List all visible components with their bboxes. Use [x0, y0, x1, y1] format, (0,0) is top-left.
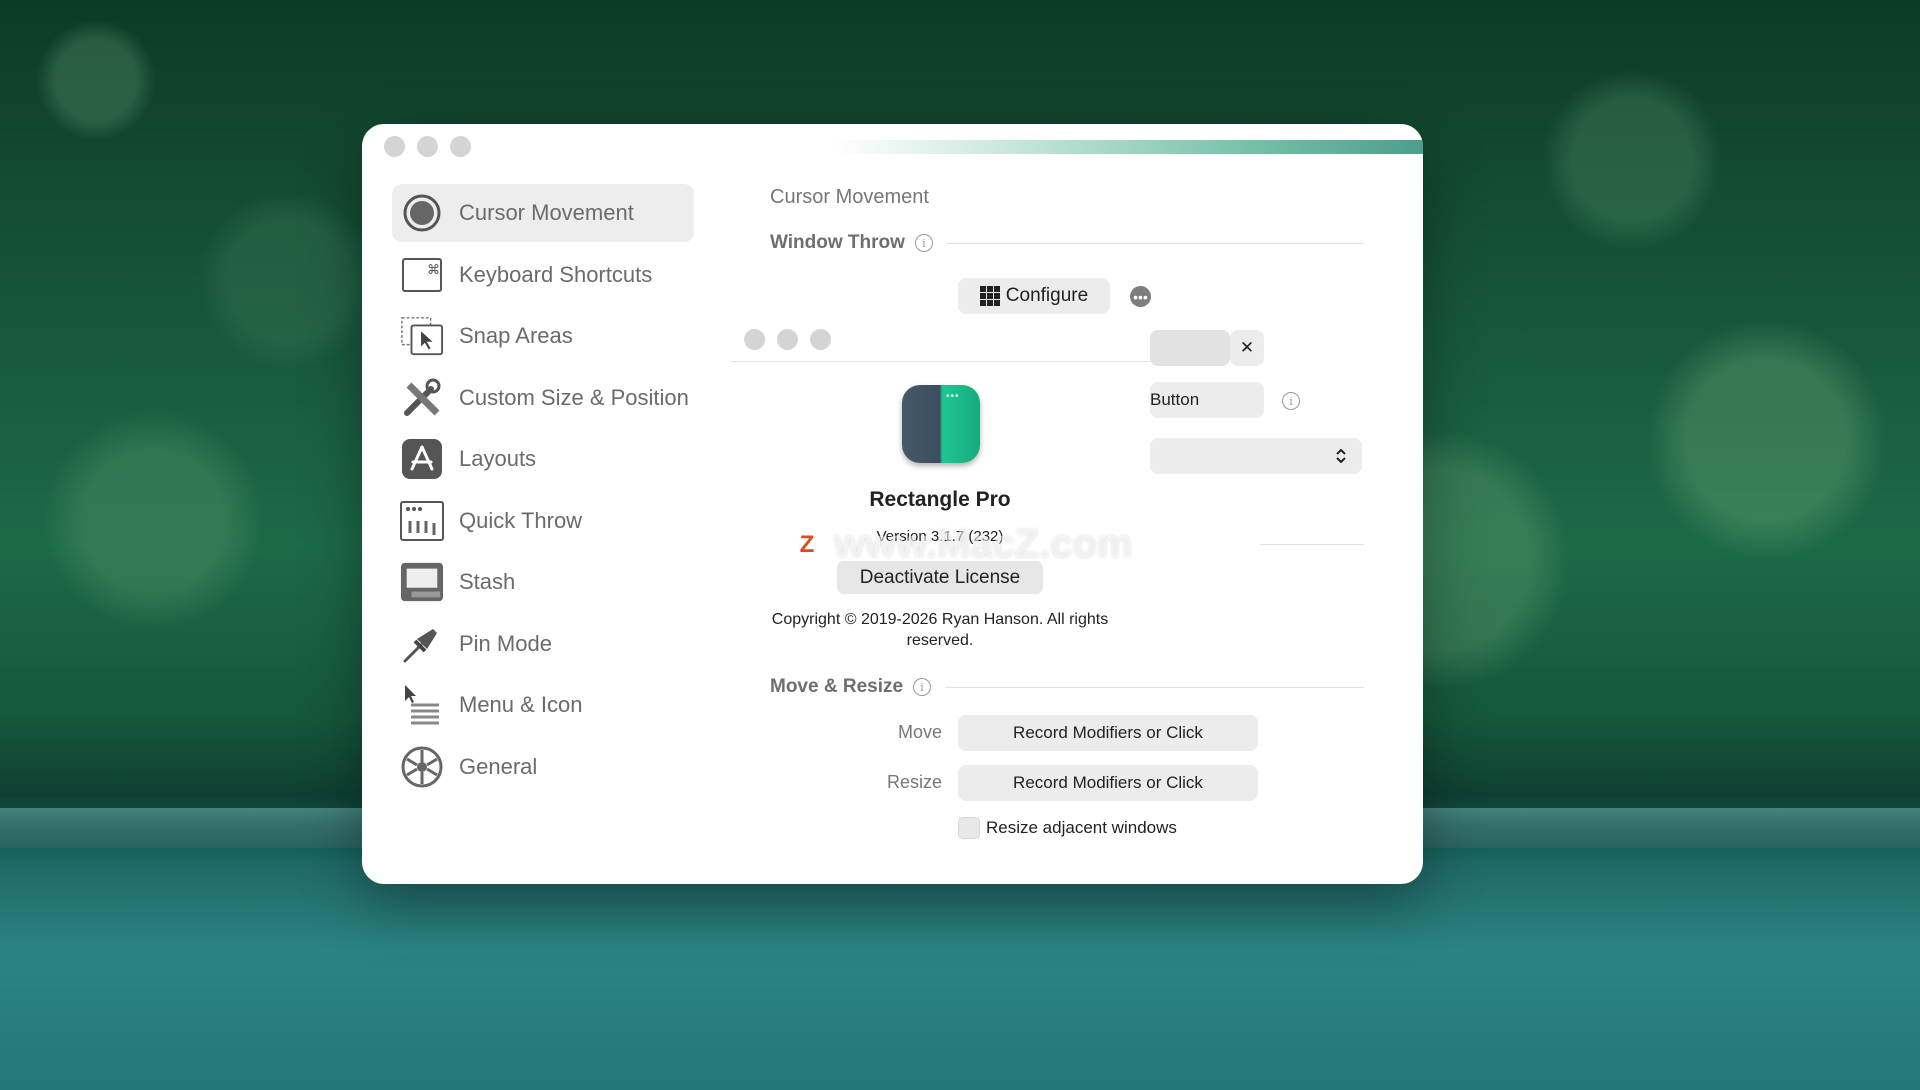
sidebar-item-general[interactable]: General	[392, 738, 694, 796]
sidebar-item-menu-icon[interactable]: Menu & Icon	[392, 676, 694, 734]
watermark-text: www.MacZ.com	[834, 522, 1133, 566]
zoom-button[interactable]	[450, 136, 471, 157]
deactivate-label: Deactivate License	[859, 566, 1021, 588]
sidebar-item-label: Menu & Icon	[459, 692, 583, 717]
info-icon[interactable]: i	[914, 234, 933, 252]
minimize-button[interactable]	[777, 329, 798, 350]
sidebar-item-pin-mode[interactable]: Pin Mode	[392, 615, 694, 673]
mouse-button-label: Button	[1150, 390, 1200, 409]
section-divider	[1260, 544, 1364, 545]
window-controls	[384, 136, 471, 157]
quick-throw-icon	[400, 499, 444, 543]
sidebar-item-label: Quick Throw	[459, 507, 583, 533]
move-label: Move	[897, 722, 942, 742]
command-key-icon: ⌘	[400, 253, 444, 297]
close-button[interactable]	[744, 329, 765, 350]
resize-label: Resize	[886, 772, 942, 792]
sidebar-item-keyboard-shortcuts[interactable]: ⌘ Keyboard Shortcuts	[392, 246, 694, 304]
copyright-text: Copyright © 2019-2026 Ryan Hanson. All r…	[771, 611, 1109, 649]
sidebar-item-custom-size[interactable]: Custom Size & Position	[392, 369, 694, 427]
close-button[interactable]	[384, 136, 405, 157]
zoom-button[interactable]	[810, 329, 831, 350]
configure-label: Configure	[1005, 285, 1089, 306]
minimize-button[interactable]	[417, 136, 438, 157]
snap-areas-icon	[400, 314, 444, 358]
info-icon[interactable]: i	[1282, 392, 1300, 410]
title-divider	[730, 361, 1150, 362]
more-options-icon[interactable]: •••	[1130, 286, 1151, 307]
menu-icon	[400, 683, 444, 727]
background-water	[0, 860, 1920, 1090]
app-icon: •••	[902, 385, 980, 463]
sidebar-item-label: Pin Mode	[459, 630, 552, 656]
watermark-logo: Z	[790, 527, 824, 562]
sidebar-item-label: Keyboard Shortcuts	[459, 261, 653, 287]
sidebar-item-quick-throw[interactable]: Quick Throw	[392, 492, 694, 550]
checkbox-label: Resize adjacent windows	[986, 818, 1177, 837]
chevron-updown-icon	[1336, 448, 1346, 464]
window-throw-section-header: Window Throw i	[770, 232, 1364, 254]
sidebar-item-label: Custom Size & Position	[459, 384, 689, 410]
info-icon[interactable]: i	[913, 678, 932, 696]
record-label: Record Modifiers or Click	[1013, 723, 1203, 742]
grid-icon	[979, 286, 1000, 306]
mouse-button-selector[interactable]: Button	[1150, 382, 1264, 418]
clear-shortcut-button[interactable]: ✕	[1230, 330, 1264, 366]
sidebar-item-label: General	[459, 753, 538, 779]
layouts-icon	[400, 437, 444, 481]
app-name: Rectangle Pro	[869, 488, 1011, 511]
watermark: Z www.MacZ.com	[790, 522, 1133, 567]
sidebar-item-stash[interactable]: Stash	[392, 553, 694, 611]
configure-button[interactable]: Configure	[958, 278, 1110, 314]
pin-icon	[400, 622, 444, 666]
record-label: Record Modifiers or Click	[1013, 773, 1203, 792]
move-resize-section-header: Move & Resize i	[770, 676, 1364, 698]
sidebar-item-label: Layouts	[459, 446, 537, 471]
resize-adjacent-checkbox[interactable]	[958, 817, 980, 839]
about-window: ••• Rectangle Pro Version 3.1.7 (232) De…	[730, 317, 1150, 669]
close-icon: ✕	[1239, 338, 1255, 357]
resize-record-button[interactable]: Record Modifiers or Click	[958, 765, 1258, 801]
sidebar-item-snap-areas[interactable]: Snap Areas	[392, 307, 694, 365]
sidebar-item-cursor-movement[interactable]: Cursor Movement	[392, 184, 694, 242]
section-divider	[946, 242, 1364, 244]
section-title: Move & Resize	[770, 676, 904, 697]
section-title: Window Throw	[770, 232, 905, 253]
shortcut-recorder[interactable]	[1150, 330, 1230, 366]
wrench-ruler-icon	[400, 376, 444, 420]
section-divider	[945, 686, 1364, 688]
move-record-button[interactable]: Record Modifiers or Click	[958, 715, 1258, 751]
cursor-movement-icon	[400, 191, 444, 235]
stash-icon	[400, 560, 444, 604]
sidebar-item-label: Stash	[459, 569, 516, 594]
sidebar: Cursor Movement ⌘ Keyboard Shortcuts Sna…	[392, 184, 694, 799]
sidebar-item-layouts[interactable]: Layouts	[392, 430, 694, 488]
throw-select[interactable]	[1150, 438, 1362, 474]
sidebar-item-label: Cursor Movement	[459, 200, 634, 225]
window-controls	[744, 329, 831, 350]
gear-icon	[400, 745, 444, 789]
page-title: Cursor Movement	[770, 186, 929, 208]
svg-text:⌘: ⌘	[427, 263, 440, 278]
sidebar-item-label: Snap Areas	[459, 323, 573, 348]
